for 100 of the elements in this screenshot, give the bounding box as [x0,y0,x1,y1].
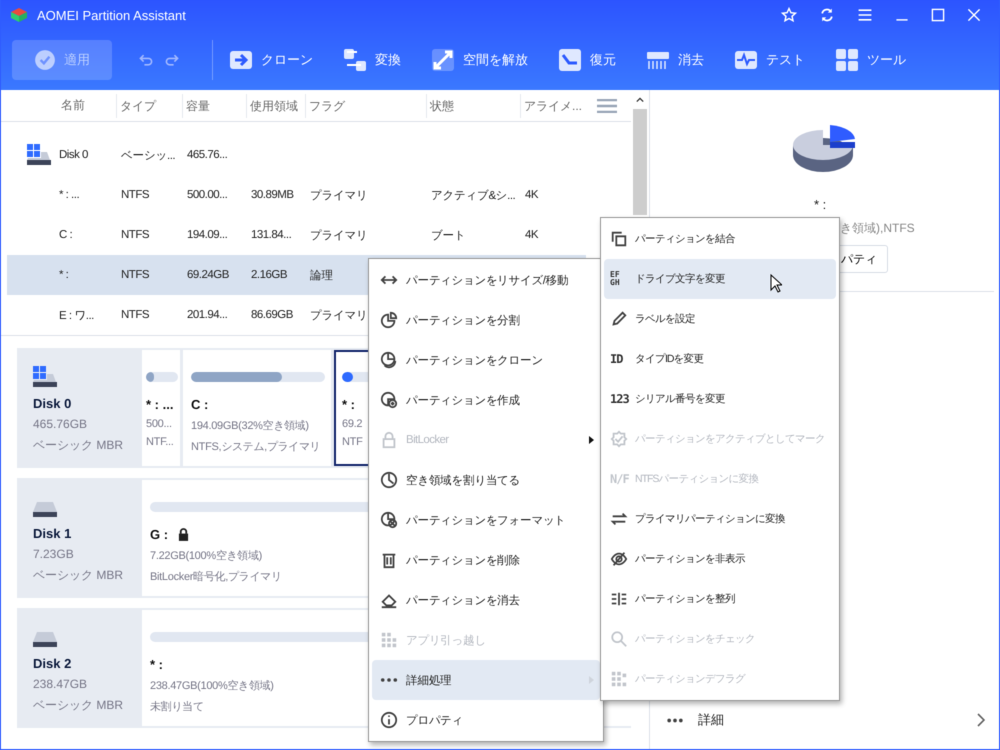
chevron-up-icon[interactable] [636,97,644,103]
disk-name: Disk 0 [33,396,72,411]
swap-arrows-icon [343,48,367,72]
menu-item[interactable]: パーティションを分割 [372,300,600,340]
column-header[interactable]: 状態 [426,94,525,118]
tiles-icon [835,48,859,72]
info-icon [380,711,398,729]
details-row[interactable]: 詳細 [650,711,999,729]
grid-icon [380,631,398,649]
lock-icon [380,431,398,449]
table-cell: NTFS [121,269,150,281]
table-cell: 465.76... [187,149,228,161]
toolbar-button[interactable]: テスト [734,48,805,72]
table-cell: NTFS [121,309,150,321]
column-header[interactable]: タイプ [116,94,187,118]
swap-arrows-icon [610,510,628,528]
pulse-icon [734,48,758,72]
search-icon [610,630,628,648]
table-cell-text: アクティブ&シ... [431,188,516,202]
toolbar-button[interactable]: 消去 [646,48,704,72]
menu-item[interactable]: EF GH ドライブ文字を変更 [604,259,836,299]
pencil-icon [610,310,628,328]
window-title: AOMEI Partition Assistant [37,8,186,22]
table-cell-text: E : ワ... [59,308,94,322]
table-cell: 30.89MB [251,189,294,201]
table-cell: NTFS [121,189,150,201]
disk-size: 465.76GB [33,417,88,431]
table-cell: 4K [525,229,538,241]
chevron-right-icon [977,713,985,727]
partition-info: NTF... [146,436,174,448]
details-label: 詳細 [698,711,724,729]
pie-chart-icon [380,351,398,369]
pie-plus-icon [380,391,398,409]
pie-chart-icon [790,125,856,175]
table-cell: Disk 0 [59,149,88,161]
icon-glyph: EF GH [610,271,621,287]
app-logo-icon [9,6,29,24]
column-header[interactable]: アライメ... [520,94,583,118]
icon-glyph: ID [610,352,624,366]
table-cell: C : [59,229,72,241]
table-cell: 500.00... [187,189,228,201]
table-cell-text: プライマリ [310,228,368,242]
partition-block[interactable]: C : 194.09GB(32%空き領域) NTFS,システム,プライマリ [183,350,331,466]
disk-type: ベーシック MBR [33,697,124,714]
toolbar-button[interactable]: 空間を解放 [431,48,528,72]
table-row[interactable]: C : NTFS 194.09... 131.84... プライマリ ブート 4K [7,215,586,255]
star-icon[interactable] [781,7,797,23]
disk-icon [27,144,51,166]
column-header[interactable]: 使用領域 [246,94,310,118]
icon-glyph: 123 [610,392,628,406]
partition-info: 238.47GB(100%空き領域) [150,678,274,693]
partition-block[interactable]: * : ... 500... NTF... [142,350,180,466]
table-cell-text: プライマリ [310,188,368,202]
ellipsis-icon [666,718,684,722]
table-cell: * : [59,269,68,281]
expand-arrows-icon [431,48,455,72]
partition-info: NTFS,システム,プライマリ [191,440,320,454]
toolbar-button[interactable]: 復元 [558,48,616,72]
menu-icon[interactable] [857,7,873,23]
maximize-icon[interactable] [931,8,945,22]
grid-icon [610,670,628,688]
disk-size: 7.23GB [33,547,75,561]
toolbar-button[interactable]: 変換 [343,48,401,72]
table-row[interactable]: * : ... NTFS 500.00... 30.89MB プライマリ アクティブ&シ... 4K [7,175,586,215]
table-cell: * : ... [59,189,80,201]
partition-label: * : ... [146,397,174,412]
partition-info: BitLocker暗号化,プライマリ [150,570,282,584]
menu-item[interactable]: パーティションをフォーマット [372,500,600,540]
toolbar-button[interactable]: クローン [229,48,313,72]
table-cell-text: ブート [431,228,466,242]
table-row[interactable]: Disk 0 ベーシッ... 465.76... [7,135,586,175]
eye-slash-icon [610,550,628,568]
clock-icon [380,471,398,489]
check-circle-icon [34,49,56,71]
table-cell: NTFS [121,229,150,241]
trash-icon [380,551,398,569]
menu-item[interactable]: パーティションを削除 [372,540,600,580]
table-cell-text: 論理 [310,268,333,282]
table-cell: 86.69GB [251,309,293,321]
partition-label: G : [150,527,168,542]
ellipsis-icon [380,677,398,683]
menu-item[interactable]: ラベルを設定 [604,299,836,339]
toolbar-button[interactable]: ツール [835,48,906,72]
menu-item[interactable]: 詳細処理 [372,660,600,700]
partition-info: 未割り当て [150,700,204,714]
column-header[interactable]: 容量 [182,94,251,118]
partition-summary: き領域),NTFS [840,220,915,237]
partition-info: 69.2 [342,418,362,430]
refresh-icon[interactable] [819,7,835,23]
column-header[interactable]: フラグ [305,94,431,118]
partition-label: C : [191,397,208,412]
partition-info: 500... [146,418,172,430]
menu-item[interactable]: パーティションを作成 [372,380,600,420]
partition-info: NTF [342,436,362,448]
table-cell: 4K [525,189,538,201]
disk-type: ベーシック MBR [33,437,124,454]
close-icon[interactable] [967,8,981,22]
table-cell: 194.09... [187,229,228,241]
partition-info: 7.22GB(100%空き領域) [150,548,262,563]
disk-name: Disk 2 [33,656,72,671]
